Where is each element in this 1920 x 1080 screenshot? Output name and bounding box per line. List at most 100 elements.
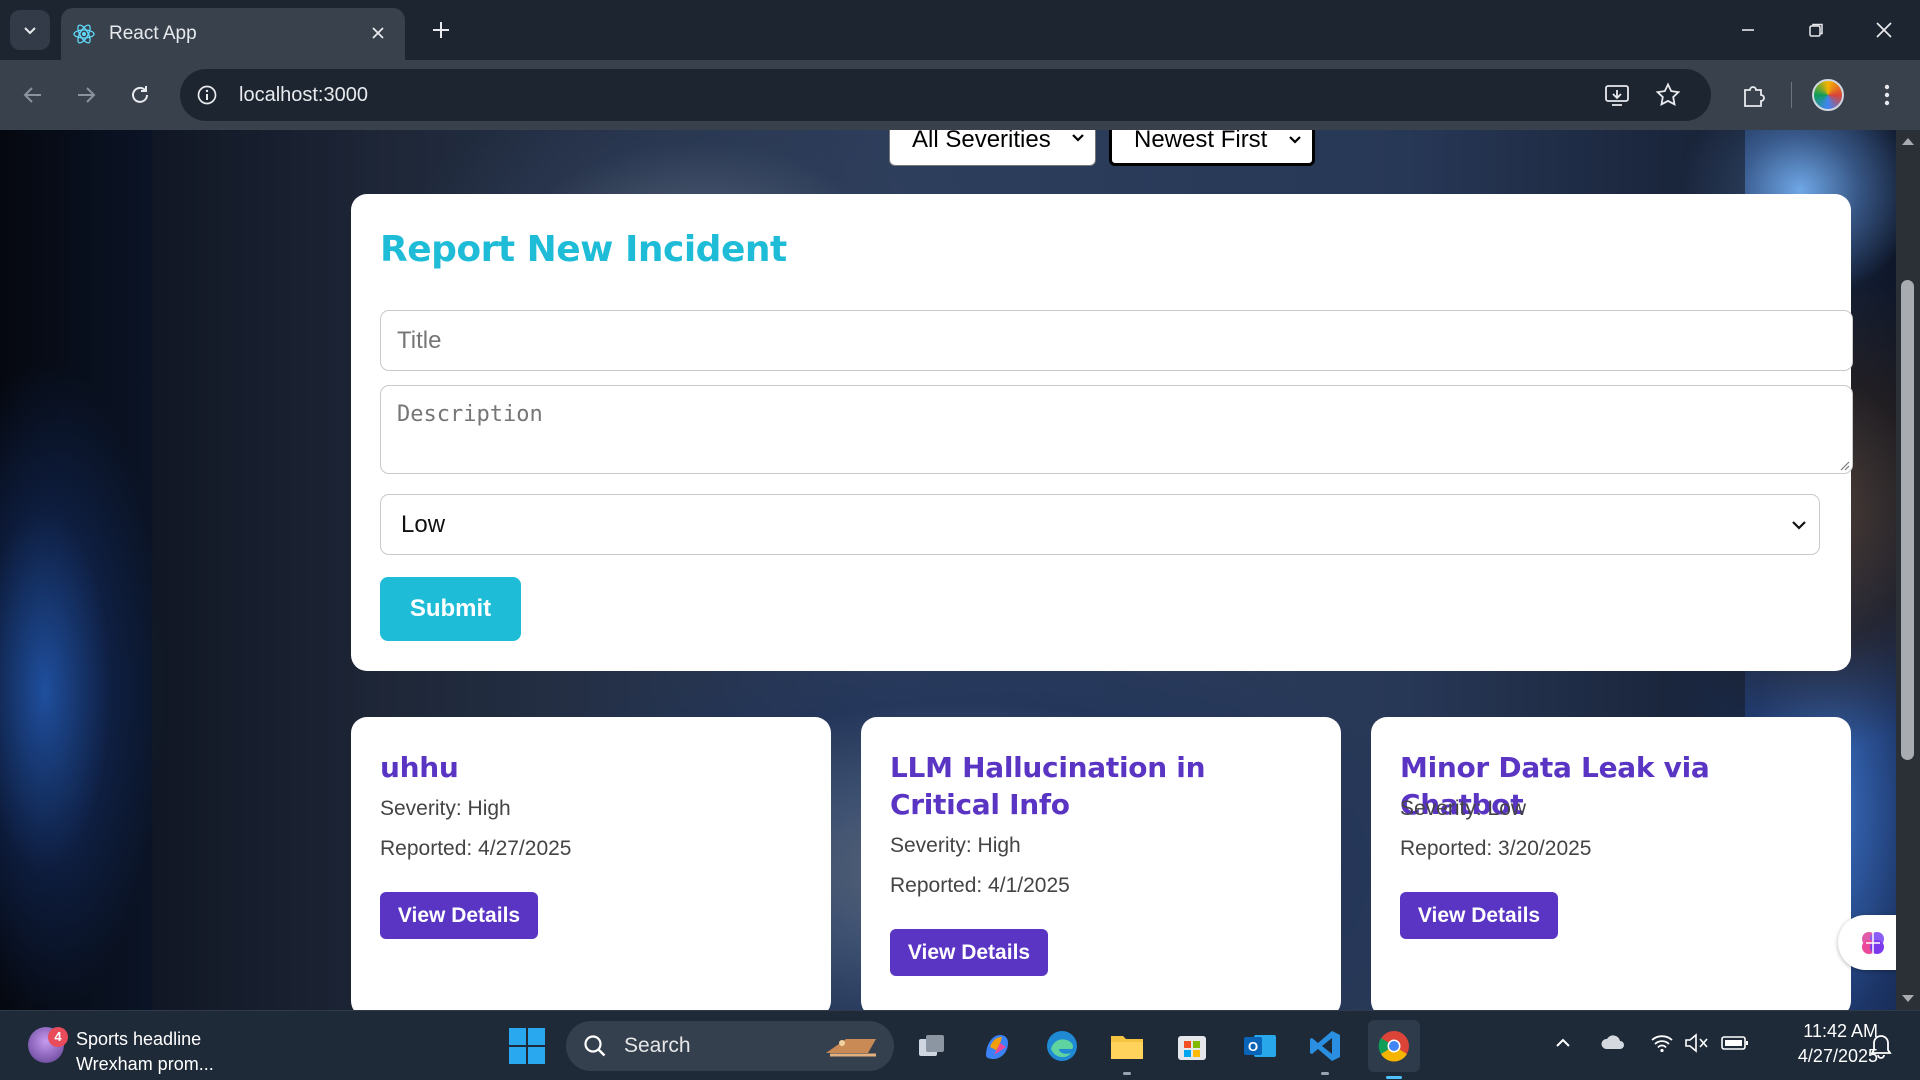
view-details-button[interactable]: View Details	[380, 892, 538, 939]
minimize-icon	[1742, 29, 1754, 31]
page-scrollbar[interactable]	[1896, 130, 1920, 1010]
outlook-button[interactable]: O	[1238, 1024, 1282, 1068]
profile-avatar[interactable]	[1812, 79, 1844, 111]
store-icon	[1178, 1036, 1206, 1060]
scroll-up-icon[interactable]	[1901, 136, 1915, 146]
react-logo-icon	[71, 21, 97, 47]
edge-icon	[1047, 1031, 1077, 1061]
notifications-bell-icon[interactable]	[1868, 1031, 1894, 1064]
news-title: Sports headline	[76, 1029, 202, 1049]
back-button[interactable]	[12, 74, 54, 116]
vscode-button[interactable]	[1303, 1024, 1347, 1075]
news-widget[interactable]: 4 Sports headline Wrexham prom...	[28, 1021, 248, 1074]
severity-select[interactable]: Low	[380, 494, 1820, 555]
incident-reported-date: Reported: 4/1/2025	[890, 874, 1070, 897]
search-icon	[584, 1035, 606, 1057]
scroll-thumb[interactable]	[1901, 280, 1914, 760]
incident-title: uhhu	[380, 751, 459, 784]
onedrive-icon[interactable]	[1600, 1033, 1626, 1058]
url-text: localhost:3000	[239, 83, 368, 106]
close-window-button[interactable]	[1856, 8, 1912, 52]
new-tab-button[interactable]	[425, 14, 457, 46]
wifi-icon[interactable]	[1650, 1033, 1674, 1058]
title-input[interactable]: Title	[380, 310, 1853, 371]
forward-button[interactable]	[65, 74, 107, 116]
arrow-left-icon	[23, 87, 41, 103]
running-indicator	[1123, 1072, 1131, 1075]
search-highlight-art-icon	[826, 1039, 876, 1057]
scroll-down-icon[interactable]	[1901, 994, 1915, 1004]
windows-start-icon[interactable]	[508, 1027, 546, 1065]
description-placeholder: Description	[397, 402, 543, 427]
incident-card: Minor Data Leak via Chatbot Severity: Lo…	[1371, 717, 1851, 1010]
description-textarea[interactable]: Description	[380, 385, 1853, 474]
incident-reported-date: Reported: 3/20/2025	[1400, 837, 1592, 860]
chevron-down-icon	[1289, 136, 1301, 144]
incident-title: LLM Hallucination in Critical Info	[890, 751, 1206, 821]
running-indicator	[1321, 1072, 1329, 1075]
plus-icon	[433, 22, 449, 38]
copilot-icon	[986, 1035, 1008, 1059]
chevron-down-icon	[1072, 134, 1084, 142]
browser-toolbar: localhost:3000	[0, 60, 1920, 130]
view-details-button[interactable]: View Details	[1400, 892, 1558, 939]
file-explorer-button[interactable]	[1105, 1024, 1149, 1075]
reload-icon	[132, 86, 148, 103]
tab-close-icon[interactable]	[365, 20, 391, 46]
puzzle-icon	[1744, 86, 1765, 107]
form-heading: Report New Incident	[380, 229, 787, 270]
incident-severity: Severity: High	[890, 834, 1021, 857]
chevron-down-icon	[1792, 521, 1806, 530]
clock-date: 4/27/2025	[1797, 1046, 1878, 1066]
volume-muted-icon[interactable]	[1684, 1033, 1710, 1058]
restore-button[interactable]	[1788, 8, 1844, 52]
address-bar[interactable]: localhost:3000	[180, 69, 1711, 121]
install-app-icon[interactable]	[1604, 82, 1630, 113]
show-hidden-icons-button[interactable]	[1553, 1033, 1573, 1058]
resize-handle-icon[interactable]	[1838, 459, 1850, 471]
news-badge: 4	[48, 1027, 68, 1047]
vscode-icon	[1310, 1031, 1340, 1061]
reload-button[interactable]	[119, 74, 161, 116]
chevron-down-icon	[24, 27, 36, 35]
restore-icon	[1809, 23, 1823, 37]
page-viewport: All Severities Newest First Report New I…	[0, 130, 1920, 1010]
sort-order-select[interactable]: Newest First	[1109, 130, 1315, 166]
minimize-button[interactable]	[1720, 8, 1776, 52]
battery-icon[interactable]	[1721, 1035, 1749, 1056]
site-info-icon[interactable]	[193, 81, 221, 109]
view-details-button[interactable]: View Details	[890, 929, 1048, 976]
system-clock[interactable]: 11:42 AM 4/27/2025	[1768, 1021, 1878, 1071]
active-indicator	[1386, 1076, 1402, 1079]
more-vertical-icon	[1884, 84, 1890, 106]
severity-filter-value: All Severities	[912, 130, 1051, 153]
incident-card: uhhu Severity: High Reported: 4/27/2025 …	[351, 717, 831, 1010]
extensions-button[interactable]	[1733, 74, 1775, 116]
submit-button[interactable]: Submit	[380, 577, 521, 641]
report-incident-form: Report New Incident Title Description Lo…	[351, 194, 1853, 671]
browser-tab-bar: React App	[0, 0, 1920, 60]
arrow-right-icon	[78, 87, 96, 103]
severity-filter-select[interactable]: All Severities	[889, 130, 1096, 166]
tab-search-button[interactable]	[10, 10, 50, 50]
tab-title: React App	[109, 23, 197, 44]
bookmark-star-icon[interactable]	[1655, 82, 1681, 113]
close-icon	[1876, 22, 1892, 38]
browser-tab[interactable]: React App	[61, 8, 405, 60]
clock-time: 11:42 AM	[1803, 1021, 1878, 1041]
task-view-icon	[919, 1035, 944, 1056]
task-view-button[interactable]	[910, 1024, 954, 1068]
chrome-button[interactable]	[1368, 1020, 1420, 1079]
taskbar-search-box[interactable]: Search	[566, 1021, 894, 1071]
search-label: Search	[624, 1034, 691, 1057]
news-subtitle: Wrexham prom...	[76, 1054, 214, 1074]
svg-text:O: O	[1248, 1039, 1258, 1054]
app-container: All Severities Newest First Report New I…	[152, 130, 1853, 1010]
outlook-icon: O	[1244, 1035, 1276, 1057]
copilot-button[interactable]	[975, 1024, 1019, 1068]
browser-menu-button[interactable]	[1866, 74, 1908, 116]
incident-card: LLM Hallucination in Critical Info Sever…	[861, 717, 1341, 1010]
incident-reported-date: Reported: 4/27/2025	[380, 837, 572, 860]
store-button[interactable]	[1170, 1024, 1214, 1068]
edge-button[interactable]	[1040, 1024, 1084, 1068]
